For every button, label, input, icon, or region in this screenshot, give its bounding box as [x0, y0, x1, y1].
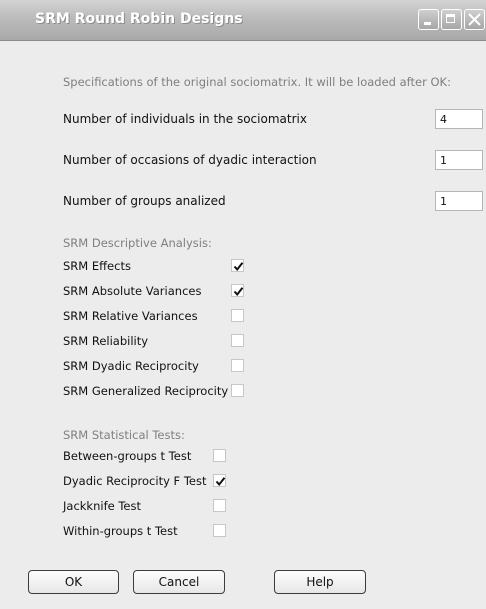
ok-button[interactable]: OK: [28, 570, 119, 594]
groups-label: Number of groups analized: [63, 194, 226, 208]
checkbox-label: SRM Reliability: [63, 334, 149, 348]
checkbox-label: Dyadic Reciprocity F Test: [63, 474, 207, 488]
individuals-input[interactable]: [435, 109, 483, 129]
checkbox-label: SRM Absolute Variances: [63, 284, 202, 298]
srm-dialog-window: SRM Round Robin Designs Specifications o…: [0, 0, 486, 609]
occasions-label: Number of occasions of dyadic interactio…: [63, 153, 317, 167]
checkbox-label: SRM Effects: [63, 259, 131, 273]
checkmark-icon: [233, 262, 244, 272]
tests-section-title: SRM Statistical Tests:: [63, 428, 185, 442]
window-title: SRM Round Robin Designs: [35, 11, 243, 27]
checkbox-box[interactable]: [231, 334, 244, 347]
individuals-label: Number of individuals in the sociomatrix: [63, 112, 307, 126]
intro-text: Specifications of the original sociomatr…: [63, 75, 451, 89]
checkbox-box[interactable]: [231, 309, 244, 322]
checkmark-icon: [215, 477, 226, 487]
checkbox-label: SRM Generalized Reciprocity: [63, 384, 229, 398]
checkbox-box[interactable]: [231, 359, 244, 372]
checkbox-box[interactable]: [213, 449, 226, 462]
checkbox-label: Within-groups t Test: [63, 524, 178, 538]
checkmark-icon: [233, 287, 244, 297]
checkbox-label: Jackknife Test: [63, 499, 141, 513]
checkbox-box[interactable]: [231, 284, 244, 297]
close-button[interactable]: [464, 9, 485, 30]
cancel-button[interactable]: Cancel: [133, 570, 225, 594]
checkbox-box[interactable]: [231, 384, 244, 397]
checkbox-box[interactable]: [231, 259, 244, 272]
title-bar[interactable]: SRM Round Robin Designs: [0, 0, 486, 41]
maximize-button[interactable]: [441, 9, 462, 30]
checkbox-label: SRM Relative Variances: [63, 309, 198, 323]
checkbox-label: SRM Dyadic Reciprocity: [63, 359, 199, 373]
checkbox-label: Between-groups t Test: [63, 449, 192, 463]
descriptive-section-title: SRM Descriptive Analysis:: [63, 236, 212, 250]
groups-input[interactable]: [435, 191, 483, 211]
occasions-input[interactable]: [435, 150, 483, 170]
checkbox-box[interactable]: [213, 499, 226, 512]
help-button[interactable]: Help: [274, 570, 366, 594]
checkbox-box[interactable]: [213, 474, 226, 487]
close-icon: [468, 13, 481, 26]
checkbox-box[interactable]: [213, 524, 226, 537]
minimize-button[interactable]: [418, 9, 439, 30]
